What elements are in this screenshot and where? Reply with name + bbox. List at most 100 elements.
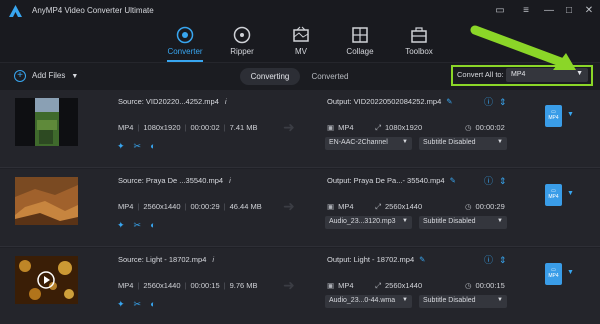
- output-format-badge[interactable]: ▭ MP4: [545, 105, 562, 127]
- enhance-icon[interactable]: ✦: [117, 141, 125, 151]
- tab-ripper[interactable]: Ripper: [212, 24, 272, 62]
- info-icon[interactable]: ⓘ: [484, 176, 493, 186]
- source-format: MP4: [118, 202, 134, 211]
- palette-icon[interactable]: ◐: [150, 299, 155, 309]
- mv-icon: [293, 26, 309, 42]
- resolution-icon: ⤢: [375, 202, 381, 211]
- add-files-button[interactable]: + Add Files ▼: [14, 70, 78, 82]
- arrow-right-icon: ➜: [283, 119, 295, 135]
- cut-icon[interactable]: ✂: [134, 220, 142, 230]
- source-meta: MP4 | 2560x1440 | 00:00:15 | 9.76 MB: [118, 281, 258, 290]
- subtitle-value: Subtitle Disabled: [423, 139, 476, 146]
- source-size: 9.76 MB: [229, 281, 258, 290]
- resolution-icon: ⤢: [375, 123, 381, 132]
- edit-icon[interactable]: ✎: [419, 255, 425, 264]
- resolution-icon: ⤢: [375, 281, 381, 290]
- app-logo-icon: [9, 5, 22, 17]
- output-format-badge[interactable]: ▭ MP4: [545, 184, 562, 206]
- info-icon[interactable]: i: [212, 255, 214, 264]
- cut-icon[interactable]: ✂: [134, 299, 142, 309]
- chevron-down-icon[interactable]: ▼: [567, 111, 574, 118]
- clock-icon: ◷: [465, 123, 472, 132]
- enhance-icon[interactable]: ✦: [117, 220, 125, 230]
- clock-icon: ◷: [465, 202, 472, 211]
- edit-icon[interactable]: ✎: [446, 97, 452, 106]
- source-meta: MP4 | 2560x1440 | 00:00:29 | 46.44 MB: [118, 202, 262, 211]
- video-thumbnail[interactable]: [15, 98, 78, 146]
- audio-track-select[interactable]: Audio_23...3120.mp3 ▼: [325, 216, 412, 229]
- close-icon[interactable]: ✕: [581, 3, 597, 19]
- convert-all-select[interactable]: MP4 ▼: [506, 68, 588, 82]
- info-icon[interactable]: ⓘ: [484, 97, 493, 107]
- tab-label: Converter: [167, 47, 203, 56]
- minimize-icon[interactable]: —: [541, 3, 557, 19]
- output-format-badge[interactable]: ▭ MP4: [545, 263, 562, 285]
- chevron-down-icon[interactable]: ▼: [71, 73, 78, 80]
- chevron-down-icon[interactable]: ▼: [567, 269, 574, 276]
- output-duration: 00:00:15: [475, 281, 505, 290]
- output-file: Output: Light - 18702.mp4 ✎: [327, 255, 425, 264]
- output-name: Output: VID20220502084252.mp4: [327, 97, 442, 106]
- tab-collage[interactable]: Collage: [330, 24, 390, 62]
- plus-icon: +: [14, 70, 26, 82]
- audio-track-value: Audio_23...0-44.wma: [329, 297, 396, 304]
- chevron-down-icon: ▼: [576, 70, 583, 77]
- tab-toolbox[interactable]: Toolbox: [389, 24, 449, 62]
- ripper-icon: [233, 26, 251, 44]
- file-row: Source: Light - 18702.mp4 i MP4 | 2560x1440…: [0, 248, 600, 324]
- output-format: MP4: [338, 123, 354, 132]
- compress-icon[interactable]: ⇕: [499, 255, 507, 265]
- info-icon[interactable]: i: [229, 176, 231, 185]
- source-duration: 00:00:15: [190, 281, 220, 290]
- chevron-down-icon[interactable]: ▼: [567, 190, 574, 197]
- enhance-icon[interactable]: ✦: [117, 299, 125, 309]
- output-format-badge-label: MP4: [548, 115, 559, 121]
- add-files-label: Add Files: [32, 71, 66, 81]
- compress-icon[interactable]: ⇕: [499, 97, 507, 107]
- video-thumbnail[interactable]: [15, 177, 78, 225]
- output-meta: ▣ MP4 ⤢ 2560x1440 ◷ 00:00:15: [327, 281, 505, 290]
- menu-icon[interactable]: ≡: [518, 3, 534, 19]
- tab-mv[interactable]: MV: [271, 24, 331, 62]
- maximize-icon[interactable]: □: [561, 3, 577, 19]
- palette-icon[interactable]: ◐: [150, 220, 155, 230]
- source-file: Source: Praya De ...35540.mp4 i: [118, 176, 231, 185]
- subtitle-select[interactable]: Subtitle Disabled ▼: [419, 216, 507, 229]
- subtitle-select[interactable]: Subtitle Disabled ▼: [419, 295, 507, 308]
- chevron-down-icon: ▼: [402, 297, 408, 303]
- source-format: MP4: [118, 123, 134, 132]
- output-format-badge-label: MP4: [548, 273, 559, 279]
- tab-converted[interactable]: Converted: [305, 68, 355, 85]
- converter-icon: [176, 26, 194, 44]
- source-file: Source: VID20220...4252.mp4 i: [118, 97, 227, 106]
- info-icon[interactable]: i: [225, 97, 227, 106]
- source-size: 7.41 MB: [229, 123, 258, 132]
- source-resolution: 1080x1920: [143, 123, 181, 132]
- output-format: MP4: [338, 202, 354, 211]
- audio-track-select[interactable]: Audio_23...0-44.wma ▼: [325, 295, 412, 308]
- output-meta: ▣ MP4 ⤢ 1080x1920 ◷ 00:00:02: [327, 123, 505, 132]
- collage-icon: [352, 27, 368, 43]
- edit-icon[interactable]: ✎: [450, 176, 456, 185]
- output-duration: 00:00:02: [475, 123, 505, 132]
- cut-icon[interactable]: ✂: [134, 141, 142, 151]
- audio-track-value: Audio_23...3120.mp3: [329, 218, 396, 225]
- tab-converting[interactable]: Converting: [240, 68, 300, 85]
- audio-track-value: EN-AAC-2Channel: [329, 139, 388, 146]
- source-duration: 00:00:02: [190, 123, 220, 132]
- palette-icon[interactable]: ◐: [150, 141, 155, 151]
- source-format: MP4: [118, 281, 134, 290]
- output-format: MP4: [338, 281, 354, 290]
- source-resolution: 2560x1440: [143, 281, 181, 290]
- tab-label: Ripper: [230, 47, 254, 56]
- source-name: Source: Praya De ...35540.mp4: [118, 176, 224, 185]
- compress-icon[interactable]: ⇕: [499, 176, 507, 186]
- source-file: Source: Light - 18702.mp4 i: [118, 255, 214, 264]
- info-icon[interactable]: ⓘ: [484, 255, 493, 265]
- output-resolution: 2560x1440: [385, 281, 423, 290]
- subtitle-select[interactable]: Subtitle Disabled ▼: [419, 137, 507, 150]
- tab-converter[interactable]: Converter: [155, 24, 215, 62]
- audio-track-select[interactable]: EN-AAC-2Channel ▼: [325, 137, 412, 150]
- video-thumbnail[interactable]: [15, 256, 78, 304]
- chat-icon[interactable]: ▭: [492, 3, 508, 19]
